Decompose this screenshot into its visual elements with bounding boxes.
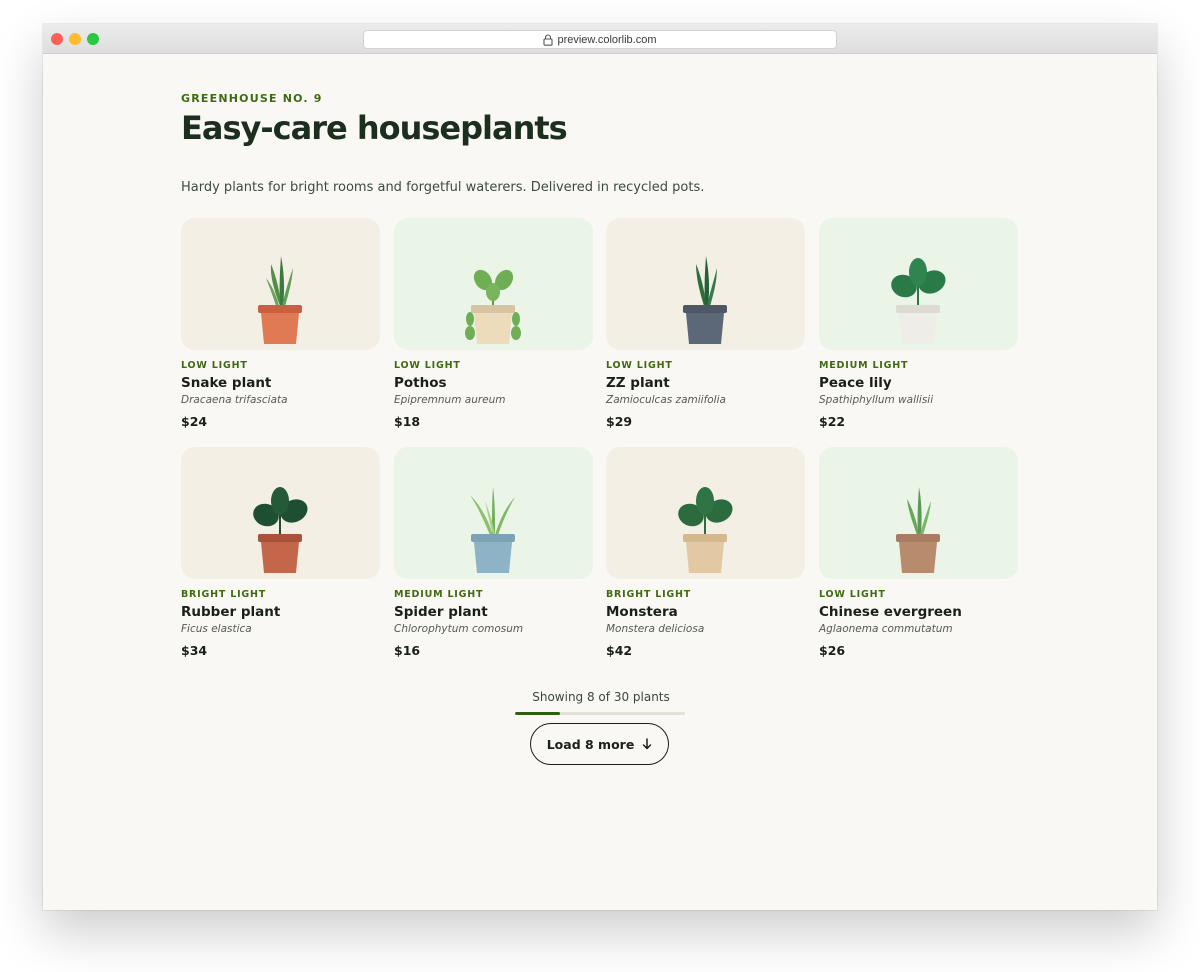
product-image[interactable]	[606, 218, 805, 350]
lock-icon	[543, 33, 554, 46]
address-bar[interactable]: preview.colorlib.com	[363, 30, 837, 49]
product-image[interactable]	[181, 447, 380, 579]
latin-name: Epipremnum aureum	[394, 394, 506, 406]
price: $29	[606, 414, 633, 429]
load-more-label: Load 8 more	[546, 736, 635, 752]
snake-plant-icon	[258, 256, 302, 344]
peace-lily-icon	[891, 258, 946, 344]
latin-name: Spathiphyllum wallisii	[819, 394, 934, 406]
plant-name[interactable]: Spider plant	[394, 604, 488, 620]
price: $24	[181, 414, 208, 429]
rubber-plant-icon	[253, 487, 308, 573]
page-subtitle: Hardy plants for bright rooms and forget…	[181, 180, 705, 195]
light-requirement: MEDIUM LIGHT	[819, 360, 909, 371]
plant-name[interactable]: Peace lily	[819, 375, 892, 391]
price: $16	[394, 643, 421, 658]
results-count: Showing 8 of 30 plants	[532, 690, 670, 704]
price: $34	[181, 643, 208, 658]
product-card[interactable]: MEDIUM LIGHT Spider plant Chlorophytum c…	[394, 447, 593, 662]
minimize-window-button[interactable]	[69, 33, 81, 45]
plant-name[interactable]: Snake plant	[181, 375, 271, 391]
product-image[interactable]	[394, 447, 593, 579]
price: $42	[606, 643, 633, 658]
results-progress-bar	[515, 712, 685, 715]
zz-plant-icon	[683, 256, 727, 344]
page-title: Easy-care houseplants	[181, 109, 568, 147]
light-requirement: BRIGHT LIGHT	[606, 589, 692, 600]
browser-titlebar: preview.colorlib.com	[43, 24, 1157, 54]
product-card[interactable]: LOW LIGHT Snake plant Dracaena trifascia…	[181, 218, 380, 433]
plant-name[interactable]: Chinese evergreen	[819, 604, 962, 620]
latin-name: Aglaonema commutatum	[819, 623, 953, 635]
spider-plant-icon	[470, 487, 515, 573]
light-requirement: MEDIUM LIGHT	[394, 589, 484, 600]
product-image[interactable]	[606, 447, 805, 579]
latin-name: Chlorophytum comosum	[394, 623, 524, 635]
latin-name: Dracaena trifasciata	[181, 394, 288, 406]
plant-name[interactable]: Rubber plant	[181, 604, 280, 620]
pothos-icon	[465, 269, 521, 344]
light-requirement: LOW LIGHT	[181, 360, 248, 371]
product-card[interactable]: BRIGHT LIGHT Rubber plant Ficus elastica…	[181, 447, 380, 662]
plant-name[interactable]: ZZ plant	[606, 375, 670, 391]
plant-name[interactable]: Monstera	[606, 604, 678, 620]
monstera-icon	[678, 487, 733, 573]
latin-name: Ficus elastica	[181, 623, 252, 635]
product-image[interactable]	[819, 218, 1018, 350]
light-requirement: LOW LIGHT	[819, 589, 886, 600]
browser-window: preview.colorlib.com GREENHOUSE NO. 9 Ea…	[43, 24, 1157, 910]
product-card[interactable]: LOW LIGHT Pothos Epipremnum aureum $18	[394, 218, 593, 433]
results-progress-fill	[515, 712, 561, 715]
eyebrow-label: GREENHOUSE NO. 9	[181, 92, 323, 105]
product-card[interactable]: LOW LIGHT Chinese evergreen Aglaonema co…	[819, 447, 1018, 662]
product-image[interactable]	[181, 218, 380, 350]
product-card[interactable]: MEDIUM LIGHT Peace lily Spathiphyllum wa…	[819, 218, 1018, 433]
load-more-button[interactable]: Load 8 more	[530, 723, 669, 765]
url-text: preview.colorlib.com	[557, 33, 657, 46]
close-window-button[interactable]	[51, 33, 63, 45]
price: $26	[819, 643, 846, 658]
product-image[interactable]	[394, 218, 593, 350]
product-card[interactable]: BRIGHT LIGHT Monstera Monstera deliciosa…	[606, 447, 805, 662]
chinese-evergreen-icon	[896, 487, 940, 573]
product-image[interactable]	[819, 447, 1018, 579]
maximize-window-button[interactable]	[87, 33, 99, 45]
latin-name: Monstera deliciosa	[606, 623, 705, 635]
product-card[interactable]: LOW LIGHT ZZ plant Zamioculcas zamiifoli…	[606, 218, 805, 433]
light-requirement: BRIGHT LIGHT	[181, 589, 267, 600]
light-requirement: LOW LIGHT	[394, 360, 461, 371]
plant-name[interactable]: Pothos	[394, 375, 447, 391]
price: $18	[394, 414, 421, 429]
price: $22	[819, 414, 846, 429]
light-requirement: LOW LIGHT	[606, 360, 673, 371]
arrow-down-icon	[642, 738, 652, 750]
latin-name: Zamioculcas zamiifolia	[606, 394, 726, 406]
